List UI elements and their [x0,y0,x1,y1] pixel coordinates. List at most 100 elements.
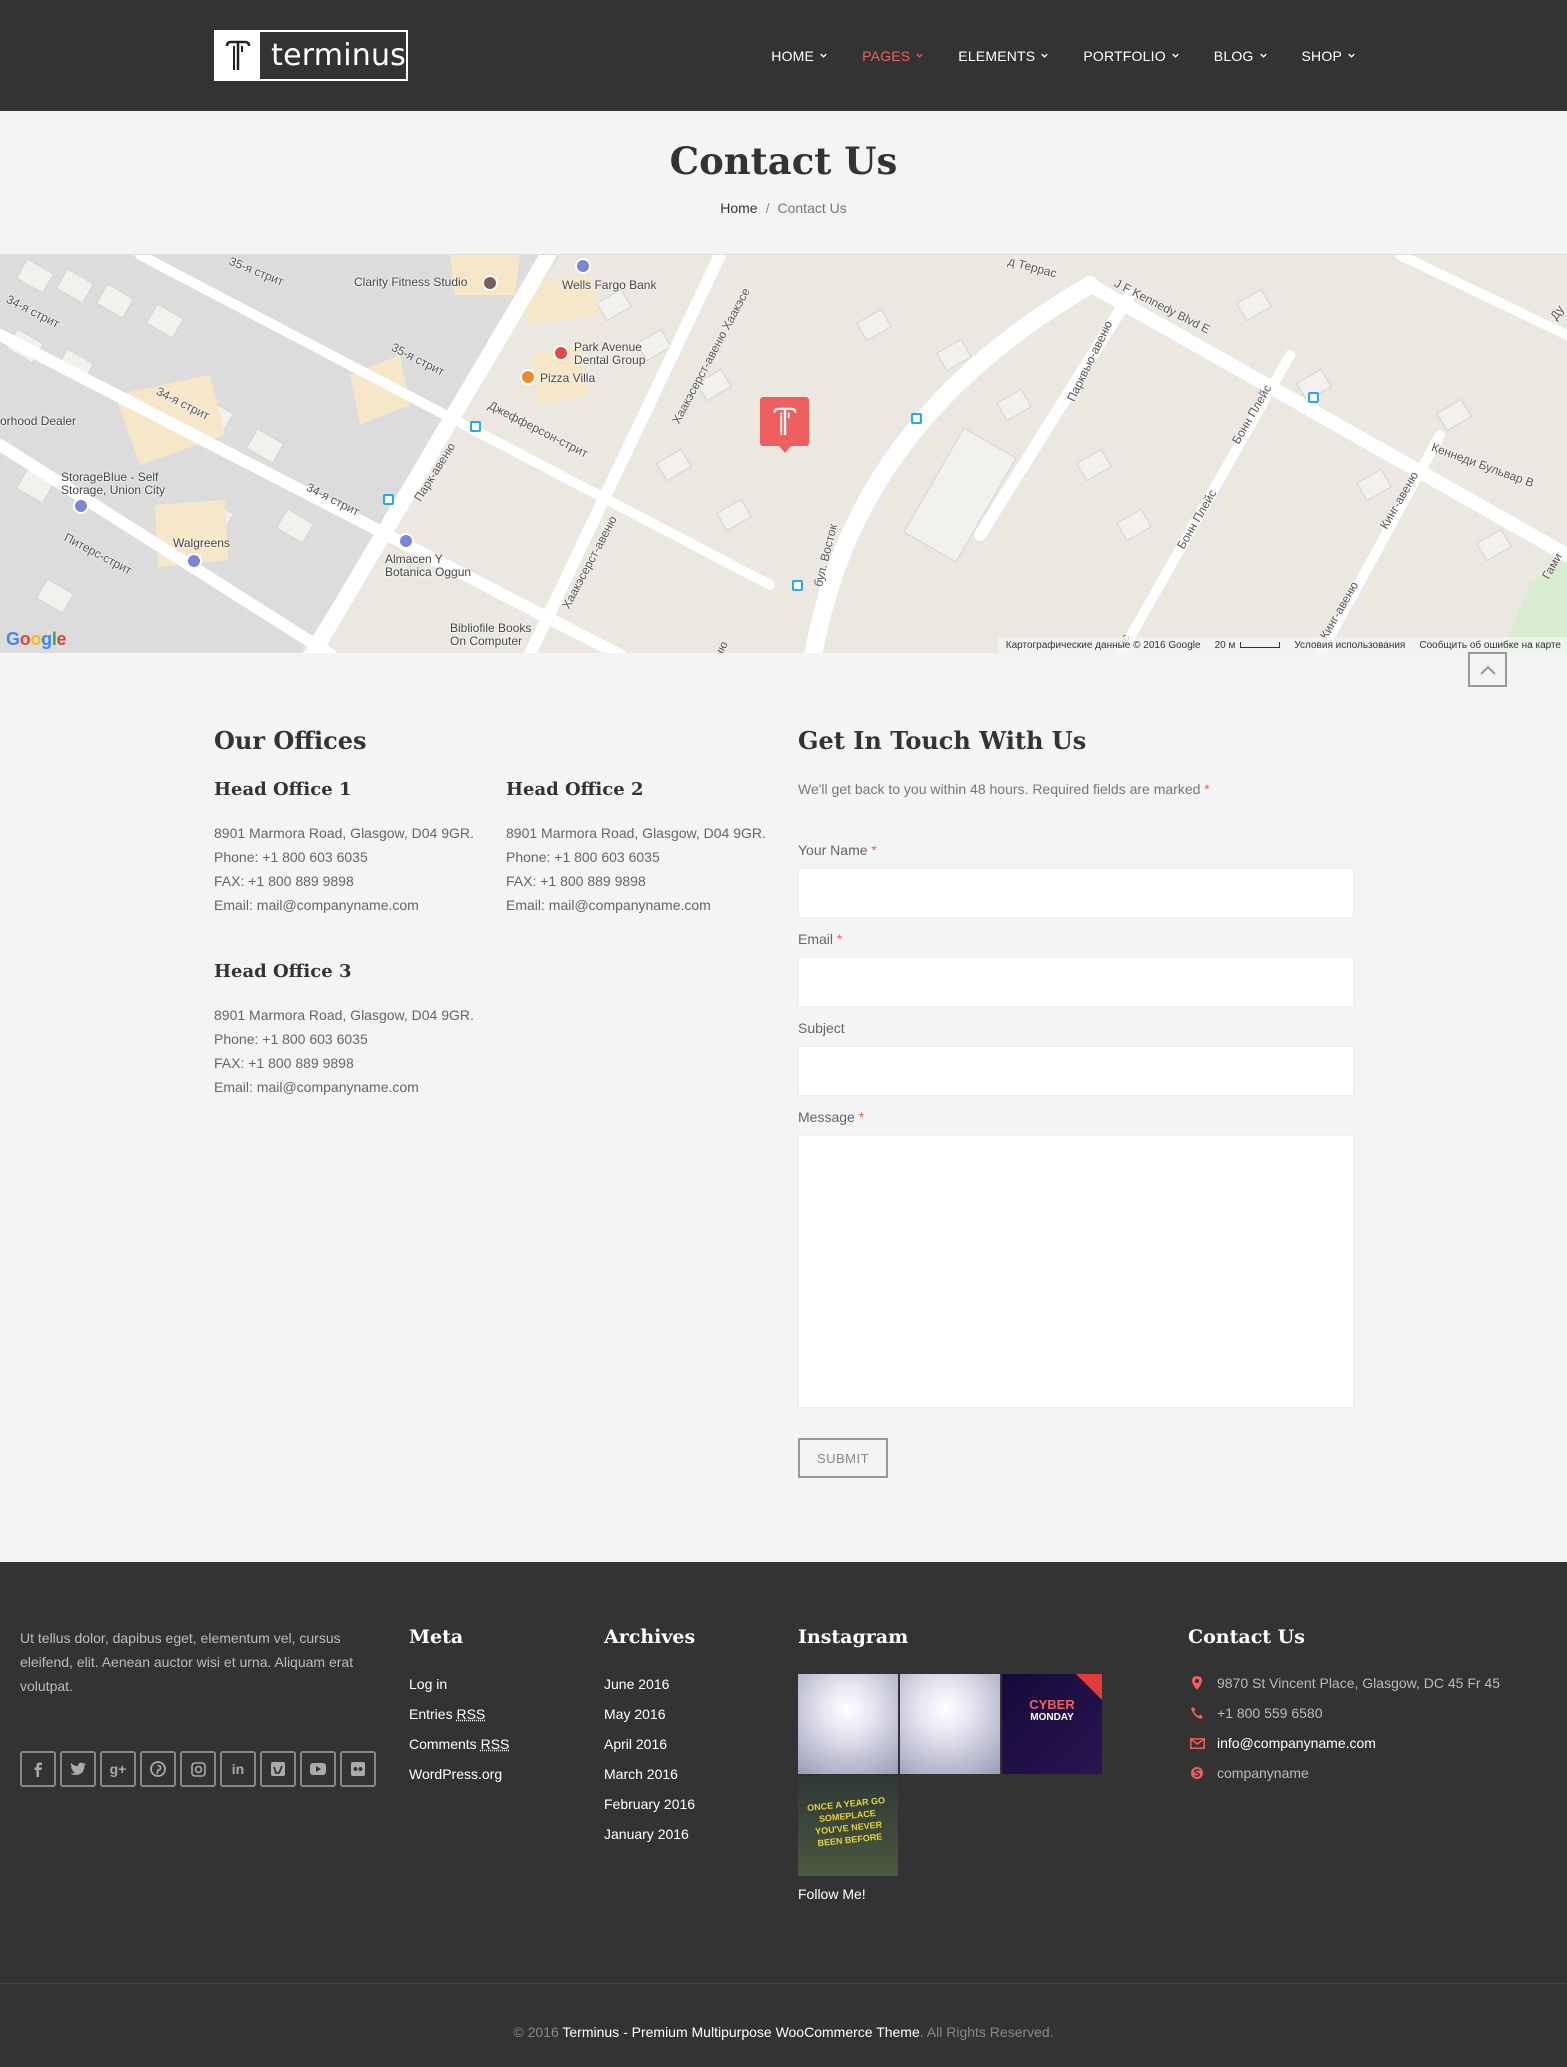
archives-heading: Archives [604,1626,696,1648]
form-heading: Get In Touch With Us [798,726,1087,755]
instagram-photo[interactable] [798,1674,898,1774]
instagram-icon[interactable] [180,1751,216,1787]
site-footer: Ut tellus dolor, dapibus eget, elementum… [0,1562,1567,2067]
vimeo-icon[interactable] [260,1751,296,1787]
site-header: terminus HOME PAGES ELEMENTS PORTFOLIO B… [0,0,1567,111]
map-scale-label: 20 м [1214,639,1236,651]
archive-link-january-2016[interactable]: January 2016 [604,1824,695,1854]
nav-elements[interactable]: ELEMENTS [958,48,1049,64]
meta-heading: Meta [409,1626,464,1648]
logo-text: terminus [271,38,406,73]
map-label-walgreens: Walgreens [173,536,230,550]
name-input[interactable] [798,868,1354,918]
copyright-theme-link[interactable]: Terminus - Premium Multipurpose WooComme… [562,2024,919,2040]
facebook-icon[interactable] [20,1751,56,1787]
footer-about-text: Ut tellus dolor, dapibus eget, elementum… [20,1630,354,1694]
office-3-name: Head Office 3 [214,961,352,982]
meta-log-in-link[interactable]: Log in [409,1674,509,1704]
flickr-icon[interactable] [340,1751,376,1787]
required-mark: * [858,1109,865,1125]
submit-button[interactable]: SUBMIT [798,1438,888,1478]
archive-link-may-2016[interactable]: May 2016 [604,1704,695,1734]
nav-home[interactable]: HOME [771,48,828,64]
map-report-link[interactable]: Сообщить об ошибке на карте [1419,640,1561,651]
fitness-pin-icon [482,275,498,291]
footer-phone-text: +1 800 559 6580 [1217,1705,1323,1721]
linkedin-icon[interactable]: in [220,1751,256,1787]
shopping-pin-icon [73,498,89,514]
meta-entries-rss-link[interactable]: Entries RSS [409,1704,509,1734]
twitter-icon[interactable] [60,1751,96,1787]
office-1-details: 8901 Marmora Road, Glasgow, D04 9GR. Pho… [214,821,474,917]
bus-stop-icon [792,580,803,591]
chevron-down-icon [1259,53,1267,58]
bus-stop-icon [470,421,481,432]
map-base-layer [0,255,1567,653]
breadcrumb: Home / Contact Us [0,200,1567,216]
nav-portfolio[interactable]: PORTFOLIO [1083,48,1179,64]
archive-link-march-2016[interactable]: March 2016 [604,1764,695,1794]
footer-contact-heading: Contact Us [1188,1626,1305,1648]
office-3-phone: Phone: +1 800 603 6035 [214,1031,368,1047]
email-input[interactable] [798,957,1354,1007]
nav-portfolio-label: PORTFOLIO [1083,47,1166,64]
archive-link-june-2016[interactable]: June 2016 [604,1674,695,1704]
phone-icon [1189,1706,1205,1720]
message-textarea[interactable] [798,1135,1354,1408]
footer-skype-text: companyname [1217,1765,1309,1781]
map-marker-icon[interactable] [760,397,809,453]
map-label-almacen-2: Botanica Oggun [385,565,472,579]
google-logo[interactable]: Google [6,629,67,650]
chevron-up-icon [1479,665,1496,675]
office-2-name: Head Office 2 [506,779,644,800]
office-2-details: 8901 Marmora Road, Glasgow, D04 9GR. Pho… [506,821,766,917]
chevron-down-icon [820,53,827,58]
monday-text: MONDAY [1030,1712,1074,1723]
email-label-text: Email [798,931,834,947]
archive-link-february-2016[interactable]: February 2016 [604,1794,695,1824]
map-label-storage-2: Storage, Union City [61,483,166,497]
pinterest-icon[interactable] [140,1751,176,1787]
nav-pages-label: PAGES [862,47,911,64]
meta-wordpress-link[interactable]: WordPress.org [409,1764,509,1794]
map-marker-icon [1189,1676,1205,1690]
footer-email-link[interactable]: info@companyname.com [1217,1735,1376,1751]
nav-elements-label: ELEMENTS [958,47,1036,64]
map-label-pizza: Pizza Villa [540,371,596,385]
dental-pin-icon [553,345,569,361]
chevron-down-icon [916,53,923,58]
office-2-phone: Phone: +1 800 603 6035 [506,849,660,865]
logo[interactable]: terminus [214,30,408,81]
youtube-icon[interactable] [300,1751,336,1787]
footer-phone: +1 800 559 6580 [1189,1705,1323,1721]
nav-home-label: HOME [771,47,815,64]
instagram-photo[interactable]: CYBER MONDAY [1002,1674,1102,1774]
bus-stop-icon [383,494,394,505]
footer-email[interactable]: info@companyname.com [1189,1735,1376,1751]
nav-shop[interactable]: SHOP [1302,48,1356,64]
nav-blog[interactable]: BLOG [1214,48,1268,64]
google-map[interactable]: Clarity Fitness Studio Wells Fargo Bank … [0,254,1567,653]
breadcrumb-home-link[interactable]: Home [720,200,757,216]
envelope-icon [1189,1737,1205,1749]
instagram-follow-link[interactable]: Follow Me! [798,1886,866,1902]
instagram-photo[interactable] [900,1674,1000,1774]
office-3-fax: FAX: +1 800 889 9898 [214,1055,354,1071]
rss-abbr: RSS [480,1736,510,1752]
map-terms-link[interactable]: Условия использования [1294,640,1405,651]
subject-input[interactable] [798,1046,1354,1096]
office-1-email: Email: mail@companyname.com [214,897,419,913]
google-plus-icon[interactable]: g+ [100,1751,136,1787]
map-label-park-avenue-2: Dental Group [574,353,646,367]
message-label-text: Message [798,1109,855,1125]
archive-link-april-2016[interactable]: April 2016 [604,1734,695,1764]
map-scale[interactable]: 20 м [1215,640,1281,651]
logo-mark-icon [216,32,261,79]
name-label: Your Name * [798,842,877,858]
map-label-wells: Wells Fargo Bank [562,278,657,292]
meta-comments-rss-link[interactable]: Comments RSS [409,1734,509,1764]
instagram-photo[interactable]: ONCE A YEAR GO SOMEPLACE YOU'VE NEVER BE… [798,1776,898,1876]
scroll-to-top-button[interactable] [1468,652,1507,687]
office-3-address: 8901 Marmora Road, Glasgow, D04 9GR. [214,1007,474,1023]
nav-pages[interactable]: PAGES [862,48,924,64]
